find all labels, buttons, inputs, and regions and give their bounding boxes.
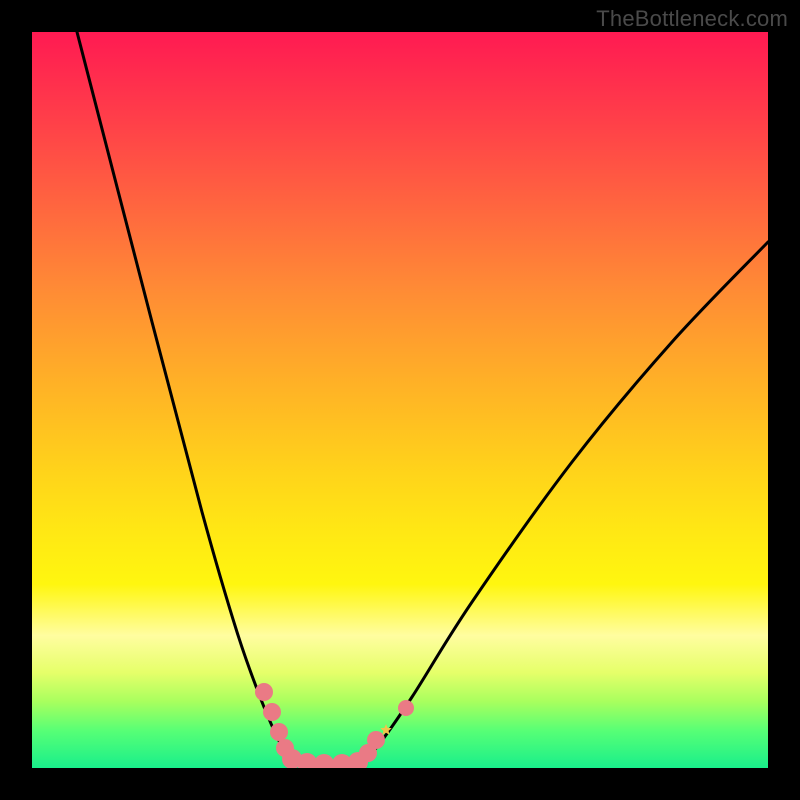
marker-dot-0 [255, 683, 273, 701]
series-group [77, 32, 768, 762]
plot-area [32, 32, 768, 768]
chart-frame: TheBottleneck.com [0, 0, 800, 800]
marker-dot-6 [314, 754, 334, 768]
curve-svg [32, 32, 768, 768]
marker-group [255, 683, 414, 768]
watermark-text: TheBottleneck.com [596, 6, 788, 32]
marker-dot-10 [367, 731, 385, 749]
series-left-curve [77, 32, 292, 762]
marker-dot-1 [263, 703, 281, 721]
series-right-curve [362, 242, 768, 762]
marker-dot-2 [270, 723, 288, 741]
marker-dot-12 [398, 700, 414, 716]
